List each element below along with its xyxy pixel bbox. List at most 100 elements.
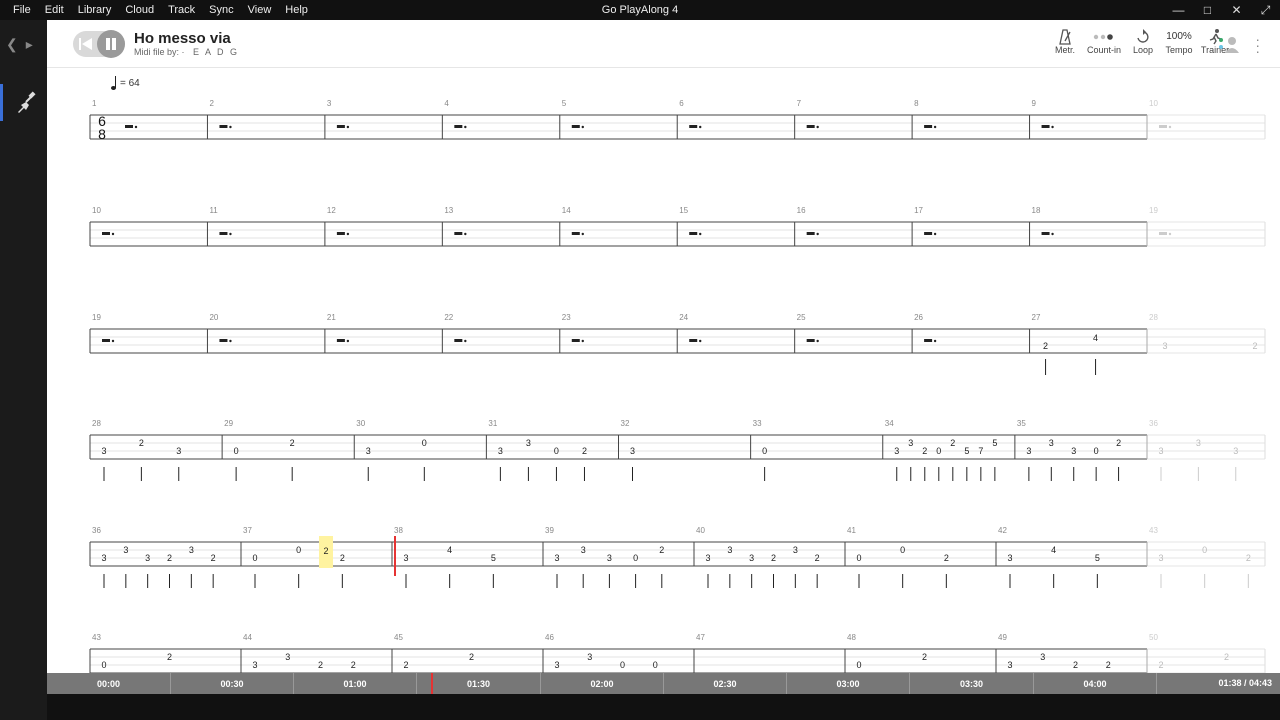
measure-number: 35 [1017,419,1026,428]
menu-help[interactable]: Help [278,4,315,16]
metronome-icon [1059,29,1071,45]
menu-edit[interactable]: Edit [38,4,71,16]
menu-library[interactable]: Library [71,4,119,16]
whole-rest [1159,232,1167,235]
count-in-label: Count-in [1086,45,1122,55]
rest-dot [816,232,819,236]
fret-number: 3 [498,446,503,456]
rest-dot [346,125,350,129]
whole-rest [689,339,698,342]
whole-rest [924,125,933,128]
measure-number: 6 [679,99,684,108]
timeline-mark: 04:00 [1033,673,1156,694]
measure-number: 37 [243,526,252,535]
fret-number: 3 [894,446,899,456]
fret-number: 4 [447,545,452,555]
back-icon[interactable]: ❮ [6,36,18,53]
fret-number: 0 [1202,545,1207,555]
measure-number: 46 [545,633,554,642]
measure-number: 22 [444,313,453,322]
fret-number: 3 [101,446,106,456]
rest-dot [933,232,937,236]
rest-dot [1168,125,1172,129]
timeline-bar[interactable]: 00:00 00:30 01:00 01:30 02:00 02:30 03:0… [47,673,1280,694]
rest-dot [699,232,702,236]
menu-track[interactable]: Track [161,4,202,16]
tempo-label: Tempo [1165,45,1193,55]
measure-number: 49 [998,633,1007,642]
metronome-button[interactable]: Metr. [1050,28,1080,55]
rest-dot [1051,125,1054,129]
measure-number: 2 [209,99,214,108]
tempo-value: 100% [1166,31,1192,42]
fret-number: 3 [526,438,531,448]
whole-rest [336,232,345,235]
fret-number-faded: 3 [1162,341,1167,351]
fret-number: 3 [1071,446,1076,456]
skip-back-icon[interactable] [79,38,93,50]
measure-number: 11 [209,206,218,215]
expand-panel-icon[interactable]: ▸ [26,36,33,53]
measure-number: 43 [92,633,101,642]
close-icon[interactable]: ✕ [1222,0,1251,20]
timeline-mark: 03:00 [786,673,909,694]
measure-number: 26 [914,313,923,322]
fret-number: 2 [1043,341,1048,351]
fret-number: 0 [620,660,625,670]
measure-number: 40 [696,526,705,535]
measure-number: 15 [679,206,688,215]
playhead-marker[interactable] [431,673,433,694]
menu-sync[interactable]: Sync [202,4,240,16]
pause-button[interactable] [97,30,125,58]
measure-number: 45 [394,633,403,642]
measure-number: 39 [545,526,554,535]
count-in-button[interactable]: Count-in [1086,28,1122,55]
maximize-icon[interactable]: □ [1193,0,1222,20]
fret-number: 0 [422,438,427,448]
measure-number: 10 [92,206,101,215]
fret-number: 2 [582,446,587,456]
rest-dot [346,339,350,343]
measure-number: 7 [797,99,802,108]
fret-number: 3 [189,545,194,555]
measure-number: 27 [1032,313,1041,322]
fret-number: 3 [727,545,732,555]
measure-number: 47 [696,633,705,642]
menu-file[interactable]: File [6,4,38,16]
loop-button[interactable]: Loop [1128,28,1158,55]
fret-number: 2 [167,553,172,563]
bass-guitar-icon[interactable] [14,90,36,114]
rest-dot [229,339,232,343]
menu-view[interactable]: View [241,4,279,16]
whole-rest [454,125,463,128]
user-icon[interactable] [1218,35,1240,53]
tempo-button[interactable]: 100% Tempo [1164,28,1194,55]
active-indicator [0,84,3,121]
bottom-strip [47,694,1280,720]
fret-number: 3 [1007,553,1012,563]
fret-number: 3 [749,553,754,563]
measure-number: 32 [621,419,630,428]
song-subtitle: Midi file by: · E A D G [134,47,239,57]
rest-dot [581,339,584,343]
fret-number: 2 [290,438,295,448]
fullscreen-icon[interactable]: ⤢ [1251,0,1280,20]
rest-dot [464,125,467,129]
rest-dot [816,125,819,129]
measure-number: 4 [444,99,449,108]
tablature-view[interactable]: = 64 1 2 3 4 5 6 7 8 9 10 6 8 10 11 12 13 14 15 16 17 18 19 19… [47,68,1280,673]
minimize-icon[interactable]: — [1164,0,1193,20]
timeline-mark: 02:30 [663,673,786,694]
fret-number: 2 [950,438,955,448]
measure-number: 38 [394,526,403,535]
tuning-label: E A D G [193,47,240,57]
menu-cloud[interactable]: Cloud [118,4,161,16]
whole-rest [806,339,815,342]
rest-dot [1051,232,1054,236]
rest-dot [933,339,937,343]
whole-rest [454,232,463,235]
fret-number: 3 [285,652,290,662]
fret-number: 2 [351,660,356,670]
more-options-icon[interactable]: · · · [1255,32,1260,58]
rest-dot [464,232,467,236]
